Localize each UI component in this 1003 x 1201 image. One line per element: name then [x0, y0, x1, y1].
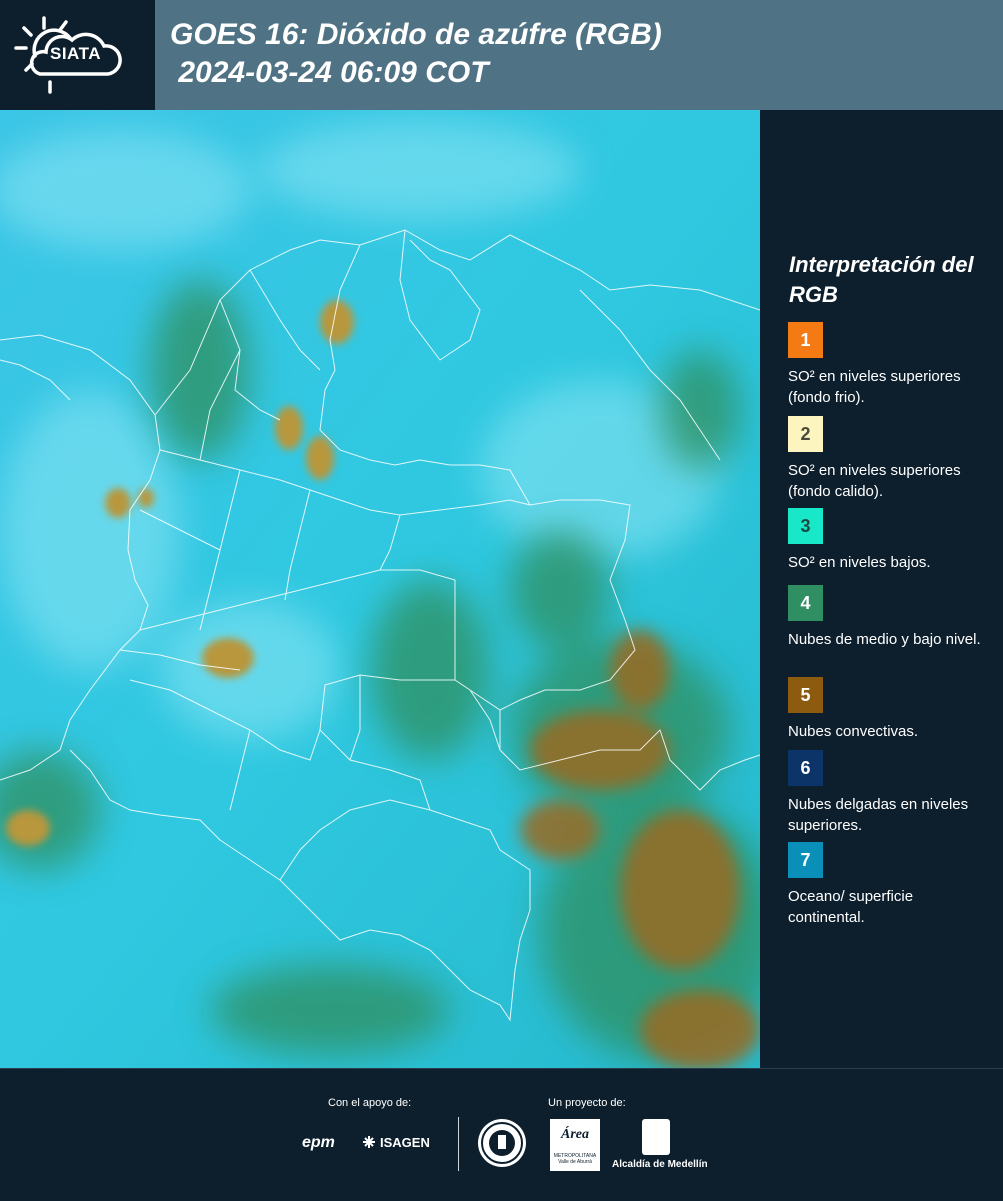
- legend-swatch-3: 3: [788, 508, 823, 544]
- isagen-logo[interactable]: ISAGEN: [380, 1135, 430, 1150]
- legend-label-6: Nubes delgadas en niveles superiores.: [788, 796, 969, 834]
- legend-swatch-7: 7: [788, 842, 823, 878]
- legend-swatch-6: 6: [788, 750, 823, 786]
- legend-item-6: 6 Nubes delgadas en niveles superiores.: [788, 750, 988, 836]
- isagen-star-icon: [363, 1136, 375, 1148]
- footer: Con el apoyo de: Un proyecto de: epm ISA…: [0, 1068, 1003, 1201]
- footer-divider: [458, 1117, 459, 1171]
- medellin-seal-icon[interactable]: [478, 1119, 526, 1167]
- satellite-map[interactable]: [0, 110, 760, 1068]
- legend-swatch-5: 5: [788, 677, 823, 713]
- header-bar: SIATA GOES 16: Dióxido de azúfre (RGB) 2…: [0, 0, 1003, 110]
- legend-label-7: Oceano/ superficie continental.: [788, 888, 914, 926]
- support-label: Con el apoyo de:: [328, 1097, 412, 1109]
- legend-item-1: 1 SO² en niveles superiores (fondo frio)…: [788, 322, 988, 408]
- legend-swatch-4: 4: [788, 585, 823, 621]
- legend-swatch-2: 2: [788, 416, 823, 452]
- alcaldia-shield-icon: [642, 1119, 670, 1155]
- epm-logo[interactable]: epm: [302, 1134, 335, 1152]
- legend-item-2: 2 SO² en niveles superiores (fondo calid…: [788, 416, 988, 502]
- legend-label-4: Nubes de medio y bajo nivel.: [788, 631, 981, 648]
- legend-title: Interpretación del RGB: [789, 252, 974, 307]
- title-line-2: 2024-03-24 06:09 COT: [170, 56, 489, 89]
- rgb-composite-image: [0, 110, 760, 1068]
- legend-item-4: 4 Nubes de medio y bajo nivel.: [788, 585, 988, 650]
- area-logo-name: Área: [561, 1127, 589, 1142]
- legend-item-5: 5 Nubes convectivas.: [788, 677, 988, 742]
- logo-text: SIATA: [50, 44, 101, 63]
- alcaldia-label[interactable]: Alcaldía de Medellín: [612, 1159, 708, 1170]
- legend-label-1: SO² en niveles superiores (fondo frio).: [788, 368, 961, 406]
- project-label: Un proyecto de:: [548, 1097, 626, 1109]
- seal-emblem-icon: [481, 1122, 523, 1164]
- logo-arrow: [125, 0, 155, 110]
- page-title: GOES 16: Dióxido de azúfre (RGB) 2024-03…: [170, 16, 662, 92]
- title-line-1: GOES 16: Dióxido de azúfre (RGB): [170, 18, 662, 51]
- legend-label-5: Nubes convectivas.: [788, 723, 919, 740]
- legend-item-7: 7 Oceano/ superficie continental.: [788, 842, 988, 928]
- legend-panel: Interpretación del RGB 1 SO² en niveles …: [760, 110, 1003, 1068]
- legend-swatch-1: 1: [788, 322, 823, 358]
- legend-item-3: 3 SO² en niveles bajos.: [788, 508, 988, 573]
- legend-label-2: SO² en niveles superiores (fondo calido)…: [788, 462, 961, 500]
- legend-label-3: SO² en niveles bajos.: [788, 554, 931, 571]
- area-metropolitana-logo[interactable]: Área METROPOLITANA Valle de Aburrá: [550, 1119, 600, 1171]
- area-logo-sub2: Valle de Aburrá: [558, 1159, 592, 1165]
